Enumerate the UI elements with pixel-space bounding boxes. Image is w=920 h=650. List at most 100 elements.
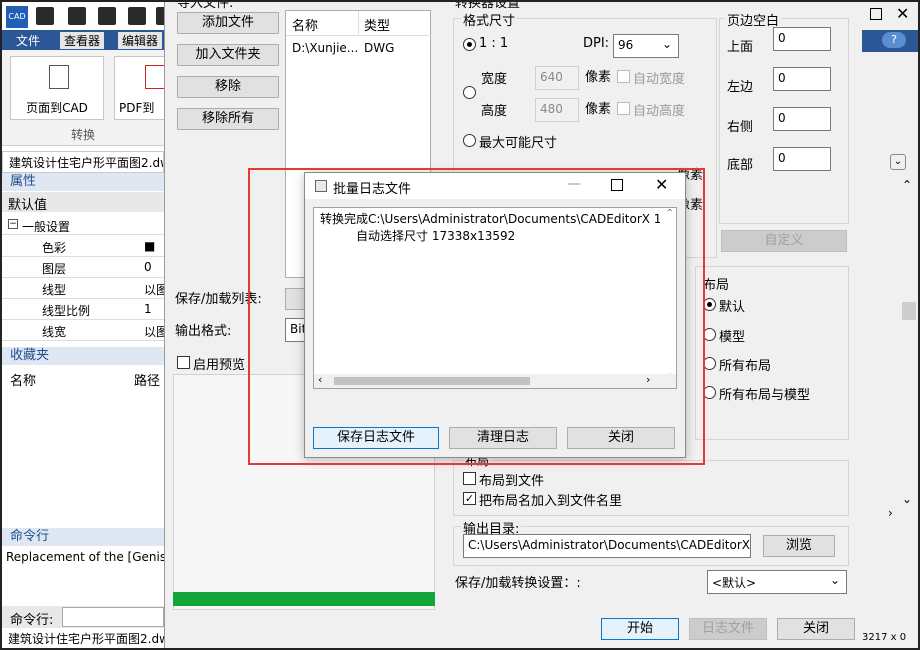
margin-top-label: 上面	[727, 40, 754, 55]
save-load-settings-label: 保存/加载转换设置：:	[455, 576, 581, 591]
file-col-type[interactable]: 类型	[364, 15, 390, 34]
scroll-down-icon[interactable]: ⌄	[902, 492, 912, 506]
property-value: 以图	[144, 325, 164, 339]
add-layout-name-checkbox[interactable]: ✓	[463, 492, 476, 505]
command-output: Replacement of the [Geniso.SHX]	[2, 548, 164, 604]
ribbon: 页面到CAD PDF到 转换	[2, 50, 174, 146]
remove-all-button[interactable]: 移除所有	[177, 108, 279, 130]
auto-height-label: 自动高度	[633, 104, 686, 119]
property-row[interactable]: 线宽 以图	[2, 320, 164, 341]
dpi-dropdown-icon: ⌄	[661, 37, 672, 51]
general-settings-row[interactable]: − 一般设置	[2, 215, 164, 235]
property-row[interactable]: 线型比例 1	[2, 299, 164, 320]
collapse-ribbon-icon[interactable]: ⌄	[890, 154, 906, 170]
width-pixels-label: 像素	[585, 70, 612, 85]
status-bar-file: 建筑设计住宅户形平面图2.dwg	[2, 628, 164, 648]
add-file-button[interactable]: 添加文件	[177, 12, 279, 34]
auto-height-checkbox[interactable]	[617, 102, 630, 115]
max-size-label: 最大可能尺寸	[479, 136, 558, 151]
property-row[interactable]: 线型 以图	[2, 278, 164, 299]
enable-preview-checkbox[interactable]	[177, 356, 190, 369]
favorites-col-path[interactable]: 路径	[134, 370, 160, 389]
margin-right-input[interactable]: 0	[773, 107, 831, 131]
command-input-row: 命令行:	[2, 606, 164, 628]
properties-default[interactable]: 默认值	[2, 192, 164, 213]
format-size-label: 格式尺寸	[461, 10, 518, 29]
favorites-panel: 名称 路径	[2, 366, 164, 528]
conversion-progress-bar	[173, 592, 435, 606]
page-to-cad-button[interactable]: 页面到CAD	[10, 56, 104, 120]
quick-access-toolbar: CAD	[2, 2, 166, 30]
layout-to-file-label: 布局到文件	[479, 474, 545, 489]
settings-value: <默认>	[712, 576, 757, 590]
browse-button[interactable]: 浏览	[763, 535, 835, 557]
help-icon[interactable]: ?	[882, 32, 906, 48]
max-size-radio[interactable]	[463, 134, 476, 147]
dpi-label: DPI:	[583, 36, 610, 51]
converter-close-button[interactable]: 关闭	[777, 618, 855, 640]
settings-select[interactable]: <默认> ⌄	[707, 570, 847, 594]
scroll-right-icon[interactable]: ›	[888, 506, 893, 520]
pdf-icon[interactable]	[128, 7, 146, 25]
property-row[interactable]: 色彩 ■	[2, 236, 164, 257]
ratio-radio[interactable]	[463, 38, 476, 51]
auto-width-label: 自动宽度	[633, 72, 686, 87]
custom-button[interactable]: 自定义	[721, 230, 847, 252]
collapse-icon[interactable]: −	[8, 219, 18, 229]
pdf-to-icon	[145, 65, 165, 89]
favorites-col-name[interactable]: 名称	[10, 370, 36, 389]
ribbon-tabs: 文件 查看器 编辑器	[2, 30, 164, 50]
enable-preview-label: 启用预览	[193, 358, 246, 373]
file-col-divider	[358, 11, 359, 35]
dpi-select[interactable]: 96 ⌄	[613, 34, 679, 58]
file-name-cell[interactable]: D:\Xunjie...	[292, 41, 358, 55]
file-col-name[interactable]: 名称	[292, 15, 318, 34]
height-input[interactable]: 480	[535, 98, 579, 122]
ribbon-tab-viewer[interactable]: 查看器	[60, 32, 105, 49]
property-value: 0	[144, 260, 152, 274]
output-format-label: 输出格式:	[175, 324, 232, 339]
dpi-value: 96	[618, 38, 634, 52]
custom-size-radio[interactable]	[463, 86, 476, 99]
auto-width-checkbox[interactable]	[617, 70, 630, 83]
remove-button[interactable]: 移除	[177, 76, 279, 98]
properties-header: 属性	[2, 173, 164, 191]
document-tab[interactable]: 建筑设计住宅户形平面图2.dwg	[2, 151, 164, 173]
start-button[interactable]: 开始	[601, 618, 679, 640]
new-icon[interactable]	[36, 7, 54, 25]
file-type-cell[interactable]: DWG	[364, 41, 394, 55]
margin-left-label: 左边	[727, 80, 754, 95]
margin-bottom-input[interactable]: 0	[773, 147, 831, 171]
highlight-box	[248, 168, 705, 465]
settings-dropdown-icon: ⌄	[829, 573, 840, 587]
save-icon[interactable]	[98, 7, 116, 25]
open-icon[interactable]	[68, 7, 86, 25]
app-logo-icon[interactable]: CAD	[6, 6, 28, 28]
window-close-icon[interactable]: ✕	[896, 4, 909, 23]
margin-left-input[interactable]: 0	[773, 67, 831, 91]
scroll-up-icon[interactable]: ⌃	[902, 178, 912, 192]
ribbon-group-convert: 转换	[70, 128, 95, 142]
ratio-label: 1 : 1	[479, 36, 509, 51]
layout-default-label: 默认	[719, 300, 746, 315]
layout-model-label: 模型	[719, 330, 746, 345]
command-input[interactable]	[62, 607, 164, 627]
log-file-button[interactable]: 日志文件	[689, 618, 767, 640]
layout-label: 布局	[703, 278, 730, 293]
height-pixels-label: 像素	[585, 102, 612, 117]
height-label: 高度	[481, 104, 508, 119]
property-value: 以图	[144, 283, 164, 297]
width-input[interactable]: 640	[535, 66, 579, 90]
ribbon-tab-file[interactable]: 文件	[12, 32, 44, 49]
output-dir-input[interactable]: C:\Users\Administrator\Documents\CADEdit…	[463, 534, 751, 558]
page-to-cad-label: 页面到CAD	[26, 101, 88, 115]
command-line-header: 命令行	[2, 528, 164, 546]
scrollbar-thumb[interactable]	[902, 302, 916, 320]
add-folder-button[interactable]: 加入文件夹	[177, 44, 279, 66]
ribbon-tab-editor[interactable]: 编辑器	[118, 32, 163, 49]
layout-to-file-checkbox[interactable]	[463, 472, 476, 485]
property-row[interactable]: 图层 0	[2, 257, 164, 278]
window-maximize-icon[interactable]	[870, 8, 882, 20]
width-label: 宽度	[481, 72, 508, 87]
margin-top-input[interactable]: 0	[773, 27, 831, 51]
